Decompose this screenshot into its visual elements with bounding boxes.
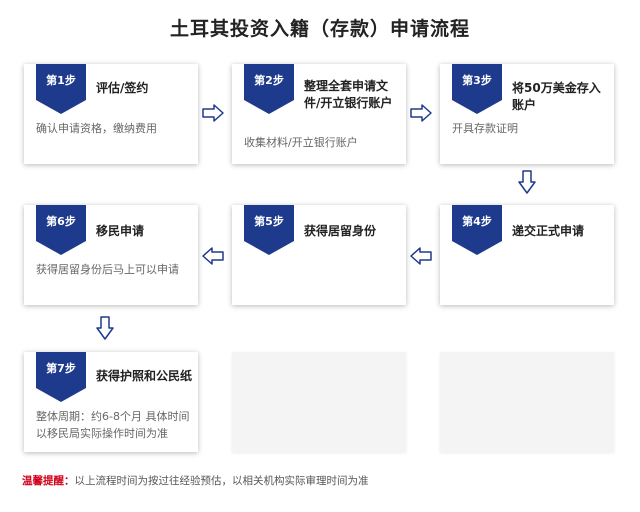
note-label: 温馨提醒： xyxy=(22,475,75,487)
step-7-card: 第7步 获得护照和公民纸 整体周期：约6-8个月 具体时间以移民局实际操作时间为… xyxy=(24,352,198,452)
step-5-card: 第5步 获得居留身份 xyxy=(232,205,406,305)
step-6-desc: 获得居留身份后马上可以申请 xyxy=(36,263,179,276)
step-1-card: 第1步 评估/签约 确认申请资格，缴纳费用 xyxy=(24,64,198,164)
step-3-title: 将50万美金存入账户 xyxy=(512,81,601,112)
step-2-desc: 收集材料/开立银行账户 xyxy=(244,136,358,149)
step-1-desc: 确认申请资格，缴纳费用 xyxy=(36,122,157,135)
arrow-left-icon xyxy=(410,247,432,265)
step-7-desc: 整体周期：约6-8个月 具体时间以移民局实际操作时间为准 xyxy=(36,410,190,440)
step-7-badge: 第7步 xyxy=(36,352,86,402)
footer-note: 温馨提醒：以上流程时间为按过往经验预估，以相关机构实际审理时间为准 xyxy=(22,473,369,488)
step-4-title: 递交正式申请 xyxy=(512,224,585,238)
arrow-down-icon xyxy=(518,170,536,194)
step-7-title: 获得护照和公民纸 xyxy=(96,369,193,383)
page-title: 土耳其投资入籍（存款）申请流程 xyxy=(169,18,470,40)
step-4-badge: 第4步 xyxy=(452,205,502,255)
empty-card xyxy=(232,352,406,452)
step-6-badge: 第6步 xyxy=(36,205,86,255)
step-6-card: 第6步 移民申请 获得居留身份后马上可以申请 xyxy=(24,205,198,305)
note-text: 以上流程时间为按过往经验预估，以相关机构实际审理时间为准 xyxy=(74,475,369,487)
step-3-desc: 开具存款证明 xyxy=(452,122,518,135)
step-5-badge: 第5步 xyxy=(244,205,294,255)
empty-card xyxy=(440,352,614,452)
step-3-badge: 第3步 xyxy=(452,64,502,114)
step-1-title: 评估/签约 xyxy=(96,81,149,95)
step-3-card: 第3步 将50万美金存入账户 开具存款证明 xyxy=(440,64,614,164)
step-4-card: 第4步 递交正式申请 xyxy=(440,205,614,305)
arrow-down-icon xyxy=(96,316,114,340)
step-2-badge: 第2步 xyxy=(244,64,294,114)
arrow-left-icon xyxy=(202,247,224,265)
step-2-card: 第2步 整理全套申请文件/开立银行账户 收集材料/开立银行账户 xyxy=(232,64,406,164)
step-6-title: 移民申请 xyxy=(96,224,145,238)
arrow-right-icon xyxy=(410,104,432,122)
step-5-title: 获得居留身份 xyxy=(304,224,377,238)
step-2-title: 整理全套申请文件/开立银行账户 xyxy=(304,79,393,110)
step-1-badge: 第1步 xyxy=(36,64,86,114)
arrow-right-icon xyxy=(202,104,224,122)
